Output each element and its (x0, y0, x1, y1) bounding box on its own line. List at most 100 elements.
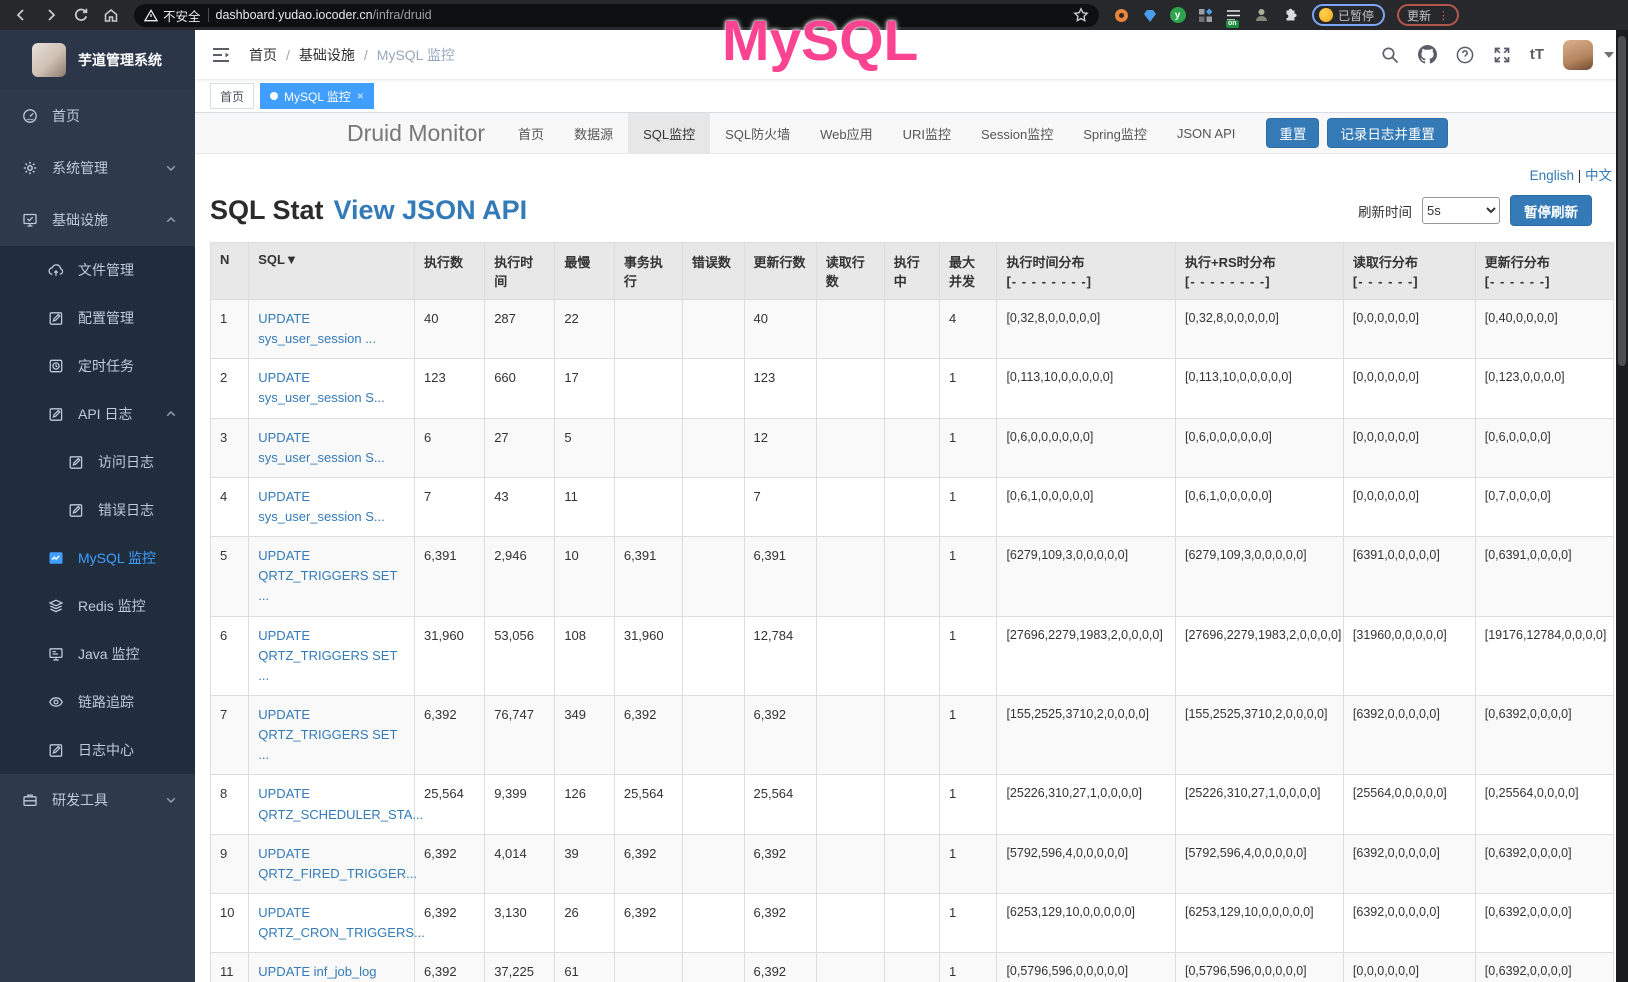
refresh-interval-select[interactable]: 5s (1422, 197, 1500, 224)
sql-link[interactable]: UPDATE sys_user_session S... (258, 370, 384, 405)
avatar-caret-icon[interactable] (1604, 52, 1614, 58)
cell-n: 2 (211, 359, 249, 418)
forward-icon[interactable] (38, 3, 64, 27)
sidebar-item-config[interactable]: 配置管理 (0, 294, 195, 342)
druid-nav-URI监控[interactable]: URI监控 (888, 113, 966, 153)
sidebar-item-home[interactable]: 首页 (0, 90, 195, 142)
cell-n: 6 (211, 616, 249, 695)
sidebar-collapse-icon[interactable] (211, 44, 233, 66)
extension-green-y-icon[interactable]: y (1169, 7, 1186, 24)
extension-misc-icon[interactable] (1253, 7, 1270, 24)
kebab-menu-icon[interactable]: ⋮ (1438, 9, 1449, 22)
browser-update-button[interactable]: 更新 ⋮ (1397, 4, 1459, 26)
url-bar[interactable]: 不安全 dashboard.yudao.iocoder.cn/infra/dru… (134, 4, 1099, 27)
breadcrumb-item[interactable]: 首页 (249, 45, 277, 65)
cell-exec_count: 6,391 (415, 537, 485, 616)
page-scrollbar[interactable] (1616, 30, 1628, 982)
druid-nav-JSON API[interactable]: JSON API (1162, 113, 1251, 153)
reset-button[interactable]: 重置 (1266, 118, 1319, 148)
druid-brand[interactable]: Druid Monitor (347, 120, 485, 147)
druid-nav-Spring监控[interactable]: Spring监控 (1068, 113, 1162, 153)
sidebar-logo[interactable]: 芋道管理系统 (0, 30, 195, 90)
pause-refresh-button[interactable]: 暂停刷新 (1510, 195, 1592, 226)
github-icon[interactable] (1418, 45, 1437, 64)
druid-nav-Web应用[interactable]: Web应用 (805, 113, 888, 153)
scrollbar-thumb[interactable] (1618, 36, 1626, 366)
sidebar-item-log-center[interactable]: 日志中心 (0, 726, 195, 774)
cell-exec_time_dist: [6279,109,3,0,0,0,0,0] (997, 537, 1176, 616)
back-icon[interactable] (8, 3, 34, 27)
cell-exec_count: 25,564 (415, 775, 485, 834)
druid-nav-首页[interactable]: 首页 (503, 113, 559, 153)
sql-link[interactable]: UPDATE QRTZ_TRIGGERS SET ... (258, 628, 397, 683)
breadcrumb-item[interactable]: 基础设施 (299, 45, 355, 65)
cell-read_rows (816, 477, 884, 536)
cell-read_rows (816, 418, 884, 477)
col-header-max_concurrent: 最大并发 (940, 243, 997, 300)
sql-link[interactable]: UPDATE inf_job_log SET e... (258, 964, 376, 982)
cell-sql: UPDATE QRTZ_SCHEDULER_STA... (249, 775, 415, 834)
sidebar-item-infra[interactable]: 基础设施 (0, 194, 195, 246)
fullscreen-icon[interactable] (1493, 46, 1511, 64)
sidebar-item-job[interactable]: 定时任务 (0, 342, 195, 390)
druid-nav-SQL防火墙[interactable]: SQL防火墙 (710, 113, 805, 153)
security-warning[interactable]: 不安全 (144, 6, 201, 25)
toolbox-icon (22, 792, 38, 808)
lang-chinese-link[interactable]: 中文 (1585, 168, 1612, 183)
tab-mysql-monitor[interactable]: MySQL 监控 × (260, 83, 374, 109)
sidebar-item-mysql[interactable]: MySQL 监控 (0, 534, 195, 582)
bookmark-star-icon[interactable] (1073, 7, 1089, 23)
chevron-up-icon (163, 406, 179, 422)
sidebar-item-system[interactable]: 系统管理 (0, 142, 195, 194)
cell-tx_exec (614, 300, 682, 359)
help-icon[interactable] (1456, 46, 1474, 64)
extension-gem-icon[interactable] (1141, 7, 1158, 24)
cell-read_row_dist: [6392,0,0,0,0,0] (1343, 834, 1475, 893)
search-icon[interactable] (1381, 46, 1399, 64)
sidebar-item-access-log[interactable]: 访问日志 (0, 438, 195, 486)
sidebar-item-file[interactable]: 文件管理 (0, 246, 195, 294)
sql-link[interactable]: UPDATE QRTZ_TRIGGERS SET ... (258, 548, 397, 603)
sql-link[interactable]: UPDATE sys_user_session ... (258, 311, 376, 346)
extension-orange-icon[interactable] (1113, 7, 1130, 24)
druid-nav-数据源[interactable]: 数据源 (559, 113, 628, 153)
cell-update_rows: 6,392 (744, 834, 816, 893)
sql-link[interactable]: UPDATE QRTZ_SCHEDULER_STA... (258, 786, 423, 821)
druid-nav-Session监控[interactable]: Session监控 (966, 113, 1068, 153)
cell-read_rows (816, 775, 884, 834)
cell-update_row_dist: [0,123,0,0,0,0] (1475, 359, 1613, 418)
sql-link[interactable]: UPDATE sys_user_session S... (258, 489, 384, 524)
extension-squares-icon[interactable] (1197, 7, 1214, 24)
sql-link[interactable]: UPDATE QRTZ_TRIGGERS SET ... (258, 707, 397, 762)
user-avatar[interactable] (1563, 40, 1593, 70)
sidebar-item-redis[interactable]: Redis 监控 (0, 582, 195, 630)
font-size-icon[interactable]: tT (1530, 46, 1544, 63)
cell-max_concurrent: 1 (940, 477, 997, 536)
reload-icon[interactable] (68, 3, 94, 27)
sidebar-item-api-log[interactable]: API 日志 (0, 390, 195, 438)
cell-slowest: 349 (555, 695, 615, 774)
profile-paused-pill[interactable]: 已暂停 (1312, 4, 1385, 26)
cell-n: 7 (211, 695, 249, 774)
sql-link[interactable]: UPDATE QRTZ_FIRED_TRIGGER... (258, 846, 417, 881)
lang-english-link[interactable]: English (1530, 168, 1574, 183)
druid-nav-SQL监控[interactable]: SQL监控 (628, 113, 710, 153)
tab-home[interactable]: 首页 (210, 83, 254, 109)
sql-link[interactable]: UPDATE sys_user_session S... (258, 430, 384, 465)
sidebar-item-error-log[interactable]: 错误日志 (0, 486, 195, 534)
sidebar-item-trace[interactable]: 链路追踪 (0, 678, 195, 726)
edit-icon (48, 310, 64, 326)
log-and-reset-button[interactable]: 记录日志并重置 (1327, 118, 1448, 148)
sidebar-item-java[interactable]: Java 监控 (0, 630, 195, 678)
home-icon[interactable] (98, 3, 124, 27)
cell-tx_exec (614, 477, 682, 536)
extensions-puzzle-icon[interactable] (1281, 7, 1298, 24)
cell-exec_time_dist: [27696,2279,1983,2,0,0,0,0] (997, 616, 1176, 695)
close-icon[interactable]: × (357, 89, 364, 103)
sidebar-item-devtools[interactable]: 研发工具 (0, 774, 195, 826)
col-header-sql[interactable]: SQL▼ (249, 243, 415, 300)
view-json-api-link[interactable]: View JSON API (334, 195, 528, 226)
sql-link[interactable]: UPDATE QRTZ_CRON_TRIGGERS... (258, 905, 425, 940)
table-row: 10UPDATE QRTZ_CRON_TRIGGERS...6,3923,130… (211, 893, 1614, 952)
extension-list-icon[interactable]: on (1225, 7, 1242, 24)
